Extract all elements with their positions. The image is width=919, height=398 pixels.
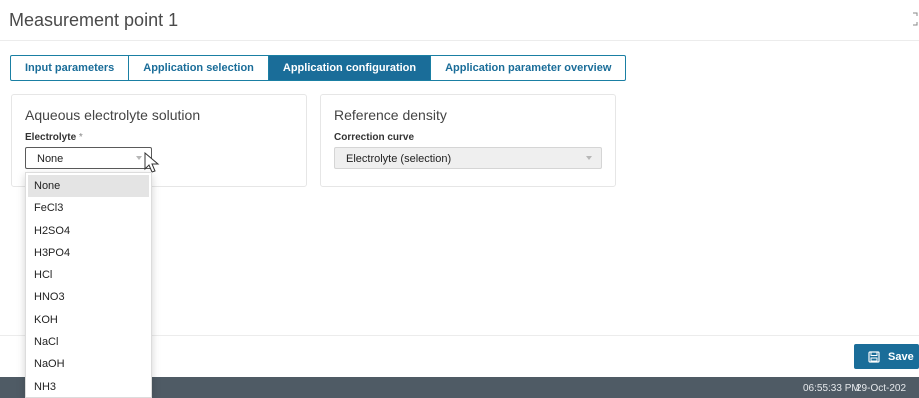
card-title: Aqueous electrolyte solution <box>25 107 201 123</box>
electrolyte-select-value: None <box>37 153 64 165</box>
dropdown-option-koh[interactable]: KOH <box>26 309 151 331</box>
correction-curve-select-value: Electrolyte (selection) <box>346 153 452 165</box>
dropdown-option-h2so4[interactable]: H2SO4 <box>26 220 151 242</box>
dropdown-option-h3po4[interactable]: H3PO4 <box>26 242 151 264</box>
dropdown-option-hno3[interactable]: HNO3 <box>26 286 151 308</box>
dropdown-option-nacl[interactable]: NaCl <box>26 331 151 353</box>
electrolyte-label: Electrolyte * <box>25 132 83 143</box>
status-time: 06:55:33 PM <box>803 383 860 394</box>
dropdown-option-naoh[interactable]: NaOH <box>26 353 151 375</box>
reference-density-card: Reference density Correction curve Elect… <box>320 94 616 187</box>
correction-curve-select[interactable]: Electrolyte (selection) <box>334 147 602 169</box>
required-mark: * <box>78 132 83 143</box>
chevron-down-icon <box>136 156 142 160</box>
tab-bar: Input parameters Application selection A… <box>10 55 627 81</box>
page-title: Measurement point 1 <box>9 10 179 30</box>
save-button-label: Save <box>888 350 914 363</box>
card-title: Reference density <box>334 107 447 123</box>
floppy-disk-icon <box>868 350 880 363</box>
mouse-cursor-icon <box>144 152 160 173</box>
save-button[interactable]: Save <box>854 344 919 369</box>
electrolyte-label-text: Electrolyte <box>25 132 77 143</box>
status-date: 29-Oct-202 <box>856 383 907 394</box>
correction-curve-label: Correction curve <box>334 132 415 143</box>
dropdown-option-none[interactable]: None <box>28 175 149 198</box>
expand-icon[interactable] <box>911 12 919 26</box>
page-header: Measurement point 1 <box>0 0 919 41</box>
electrolyte-select[interactable]: None <box>25 147 152 169</box>
dropdown-option-fecl3[interactable]: FeCl3 <box>26 197 151 219</box>
tab-application-configuration[interactable]: Application configuration <box>268 56 432 80</box>
tab-input-parameters[interactable]: Input parameters <box>11 56 130 80</box>
dropdown-option-nh3[interactable]: NH3 <box>26 376 151 397</box>
tab-application-parameter-overview[interactable]: Application parameter overview <box>431 56 625 80</box>
tab-application-selection[interactable]: Application selection <box>129 56 269 80</box>
electrolyte-dropdown-list: None FeCl3 H2SO4 H3PO4 HCl HNO3 KOH NaCl… <box>25 172 152 398</box>
dropdown-option-hcl[interactable]: HCl <box>26 264 151 286</box>
chevron-down-icon <box>586 156 592 160</box>
